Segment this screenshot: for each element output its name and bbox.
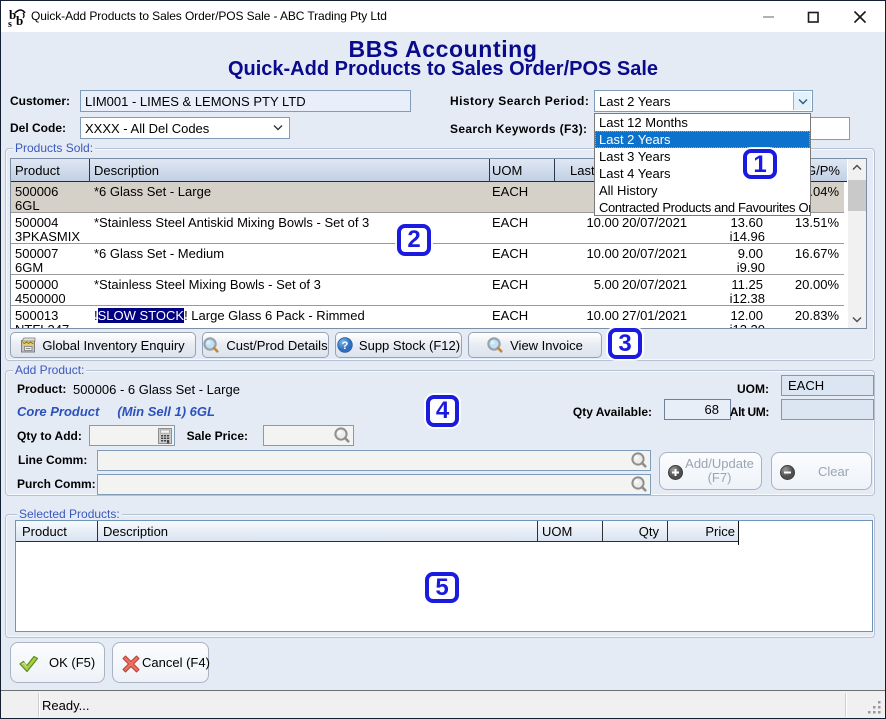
svg-text:b: b bbox=[16, 13, 23, 28]
svg-text:?: ? bbox=[342, 340, 349, 352]
svg-text:s: s bbox=[8, 19, 12, 28]
